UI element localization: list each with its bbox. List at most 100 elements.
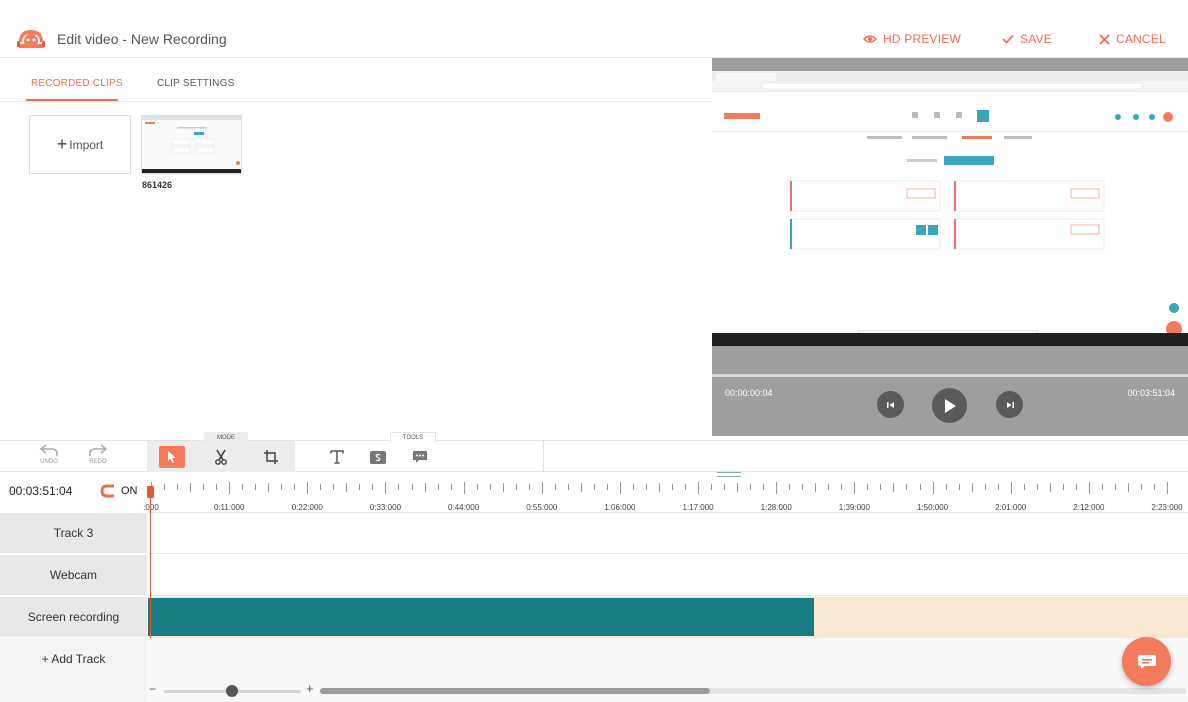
track-label-webcam[interactable]: Webcam	[0, 555, 147, 596]
save-label: SAVE	[1020, 32, 1052, 46]
sticker-tool-button[interactable]	[365, 446, 391, 468]
ruler-tick	[229, 482, 231, 494]
track-lane-screen-recording[interactable]	[148, 597, 1188, 638]
timeline-timecode: 00:03:51:04	[9, 484, 73, 498]
ruler-tick	[619, 482, 621, 494]
eye-icon	[863, 35, 877, 43]
ruler-tick	[450, 484, 452, 490]
clips-tabs: RECORDED CLIPS CLIP SETTINGS	[0, 58, 712, 102]
hd-preview-label: HD PREVIEW	[883, 32, 962, 46]
ruler-label: 0:11:000	[213, 503, 245, 512]
ruler-tick	[659, 483, 660, 492]
panel-resize-handle[interactable]	[717, 472, 741, 477]
redo-icon	[89, 444, 108, 456]
track-label-track-3[interactable]: Track 3	[0, 513, 147, 554]
ruler-label: 1:17:000	[682, 503, 714, 512]
zoom-in-button[interactable]: +	[306, 681, 314, 696]
ruler-tick	[359, 484, 361, 490]
ruler-tick	[411, 484, 413, 490]
timeline-scrollbar-thumb[interactable]	[320, 688, 710, 694]
track-label-screen-recording[interactable]: Screen recording	[0, 597, 147, 638]
text-tool-button[interactable]	[324, 446, 350, 468]
ruler-tick	[698, 482, 700, 494]
ruler-tick	[1062, 484, 1064, 490]
timeline-header-left: 00:03:51:04 ON	[0, 472, 147, 513]
clip-thumbnail[interactable]	[141, 115, 242, 174]
ruler-tick	[997, 484, 999, 490]
ruler-tick	[893, 483, 895, 492]
track-lane-track-3[interactable]	[148, 513, 1188, 554]
step-back-button[interactable]	[877, 391, 904, 418]
snap-toggle[interactable]: ON	[100, 484, 138, 498]
ruler-tick	[307, 482, 309, 494]
preview-scrubber[interactable]	[712, 374, 1188, 377]
zoom-slider-knob[interactable]	[226, 685, 238, 697]
timeline-ruler[interactable]: :000 0:11:000 0:22:000 0:33:000 0:44:000 0:55…	[143, 472, 1188, 513]
ruler-label: 1:50:000	[916, 503, 949, 512]
play-icon	[944, 398, 956, 413]
save-button[interactable]: SAVE	[1002, 32, 1052, 46]
ruler-tick	[346, 483, 348, 492]
track-lane-webcam[interactable]	[148, 555, 1188, 596]
playhead-line[interactable]	[150, 486, 151, 638]
tab-clip-settings[interactable]: CLIP SETTINGS	[157, 78, 234, 89]
ruler-tick	[1127, 483, 1129, 492]
play-button[interactable]	[932, 388, 967, 423]
ruler-tick	[242, 484, 244, 490]
select-tool-button[interactable]	[159, 446, 185, 468]
cut-tool-button[interactable]	[208, 446, 234, 468]
ruler-tick	[906, 484, 908, 490]
step-back-icon	[886, 401, 894, 408]
ruler-tick	[776, 482, 778, 494]
ruler-tick	[724, 484, 726, 490]
ruler-tick	[632, 484, 634, 490]
redo-button[interactable]: REDO	[83, 443, 113, 465]
ruler-tick	[802, 484, 804, 490]
clip-thumbnail-image	[142, 116, 241, 173]
ruler-tick	[567, 484, 569, 490]
comment-tool-button[interactable]	[407, 446, 433, 468]
undo-button[interactable]: UNDO	[34, 443, 64, 465]
ruler-tick	[867, 484, 869, 490]
mode-label: MODE	[204, 432, 248, 443]
ruler-tick	[268, 483, 270, 492]
ruler-label: 1:28:000	[760, 503, 792, 512]
ruler-tick	[164, 484, 166, 490]
ruler-tick	[541, 482, 543, 494]
select-icon	[168, 451, 176, 463]
redo-label: REDO	[89, 459, 107, 465]
tab-recorded-clips[interactable]: RECORDED CLIPS	[31, 78, 123, 89]
magnet-icon	[100, 484, 114, 498]
crop-tool-button[interactable]	[258, 446, 284, 468]
ruler-tick	[593, 484, 595, 490]
preview-frame[interactable]	[712, 71, 1188, 346]
tools-label: TOOLS	[390, 432, 436, 443]
ruler-tick	[945, 484, 947, 490]
chat-support-button[interactable]	[1122, 637, 1171, 686]
ruler-tick	[1088, 482, 1090, 494]
ruler-tick	[828, 484, 830, 490]
ruler-tick	[528, 484, 530, 490]
ruler-tick	[789, 484, 791, 490]
hd-preview-button[interactable]: HD PREVIEW	[863, 32, 961, 46]
zoom-out-button[interactable]: −	[149, 682, 156, 696]
ruler-tick	[1049, 483, 1051, 492]
ruler-label: :000	[143, 503, 159, 512]
ruler-tick	[763, 484, 765, 490]
playhead-handle[interactable]	[147, 486, 154, 498]
ruler-tick	[281, 484, 283, 490]
add-track-button[interactable]: + Add Track	[0, 638, 147, 679]
chat-icon	[1137, 654, 1156, 669]
ruler-tick	[672, 484, 674, 490]
cancel-button[interactable]: CANCEL	[1099, 32, 1166, 46]
snap-label: ON	[121, 485, 138, 497]
step-forward-button[interactable]	[996, 391, 1023, 418]
editor-toolbar: UNDO REDO MODE TOOLS	[0, 432, 1188, 472]
import-button[interactable]: + Import	[29, 115, 131, 174]
ruler-label: 1:06:000	[604, 503, 636, 512]
active-tab-indicator	[26, 99, 118, 101]
video-preview: 00:00:00:04 00:03:51:04	[712, 58, 1188, 436]
ruler-tick	[320, 484, 322, 490]
ruler-label: 0:55:000	[526, 503, 558, 512]
screen-recording-clip[interactable]	[148, 598, 814, 636]
